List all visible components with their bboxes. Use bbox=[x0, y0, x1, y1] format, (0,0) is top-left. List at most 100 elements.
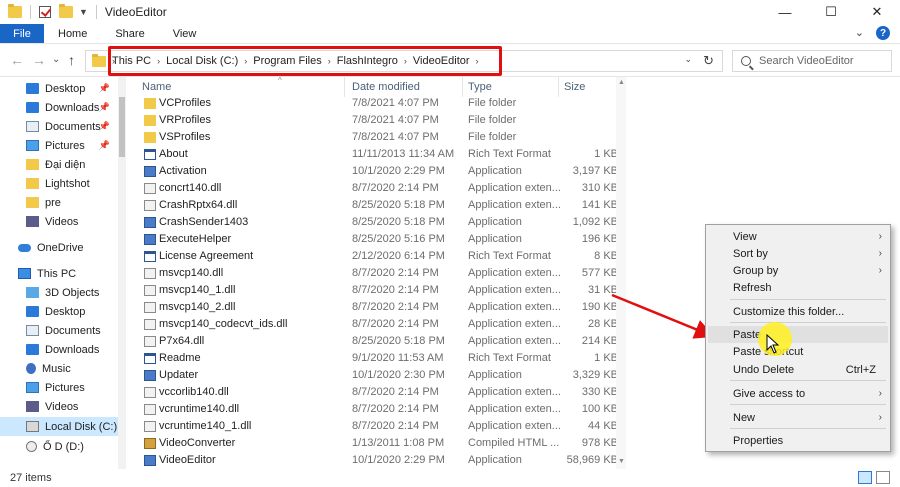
chevron-right-icon[interactable]: › bbox=[157, 56, 160, 66]
file-row[interactable]: License Agreement 2/12/2020 6:14 PM Rich T… bbox=[128, 248, 628, 265]
file-row[interactable]: ExecuteHelper 8/25/2020 5:16 PM Applicatio… bbox=[128, 231, 628, 248]
file-row[interactable]: VideoEditor 10/1/2020 2:29 PM Application 5… bbox=[128, 452, 628, 469]
file-row[interactable]: P7x64.dll 8/25/2020 5:18 PM Application ex… bbox=[128, 333, 628, 350]
new-folder-icon[interactable] bbox=[59, 4, 73, 18]
tab-share[interactable]: Share bbox=[101, 24, 158, 43]
file-row[interactable]: VCProfiles 7/8/2021 4:07 PM File folder bbox=[128, 95, 628, 112]
sidebar-item-desktop[interactable]: Desktop 📌 bbox=[0, 79, 118, 98]
file-row[interactable]: msvcp140_1.dll 8/7/2020 2:14 PM Applicatio… bbox=[128, 282, 628, 299]
customize-quick-access-icon[interactable]: ▼ bbox=[79, 7, 88, 17]
file-row[interactable]: Readme 9/1/2020 11:53 AM Rich Text Format 1… bbox=[128, 350, 628, 367]
sidebar-item-this-pc[interactable]: This PC bbox=[0, 264, 118, 283]
sidebar-item-onedrive[interactable]: OneDrive bbox=[0, 238, 118, 257]
file-row[interactable]: VSProfiles 7/8/2021 4:07 PM File folder bbox=[128, 129, 628, 146]
file-row[interactable]: vccorlib140.dll 8/7/2020 2:14 PM Applicati… bbox=[128, 384, 628, 401]
sidebar-scrollbar-thumb[interactable] bbox=[119, 97, 125, 157]
menu-item-customize-folder[interactable]: Customize this folder... bbox=[708, 303, 888, 320]
file-row[interactable]: CrashSender1403 8/25/2020 5:18 PM Applicat… bbox=[128, 214, 628, 231]
sidebar-item-downloads[interactable]: Downloads 📌 bbox=[0, 98, 118, 117]
sidebar-item-videos-pc[interactable]: Videos bbox=[0, 397, 118, 416]
search-box[interactable] bbox=[732, 50, 892, 72]
file-row[interactable]: vcruntime140.dll 8/7/2020 2:14 PM Applicat… bbox=[128, 401, 628, 418]
sidebar-item-local-disk[interactable]: Local Disk (C:) bbox=[0, 417, 118, 436]
scroll-down-icon[interactable]: ▼ bbox=[618, 458, 625, 465]
file-row[interactable]: About 11/11/2013 11:34 AM Rich Text Format… bbox=[128, 146, 628, 163]
sidebar-item-desktop-pc[interactable]: Desktop bbox=[0, 302, 118, 321]
sidebar-scrollbar[interactable] bbox=[118, 77, 126, 469]
file-row[interactable]: msvcp140_codecvt_ids.dll 8/7/2020 2:14 PM… bbox=[128, 316, 628, 333]
tab-file[interactable]: File bbox=[0, 24, 44, 43]
sidebar-item-music[interactable]: Music bbox=[0, 359, 118, 378]
sidebar-item-lightshot[interactable]: Lightshot bbox=[0, 174, 118, 193]
sidebar-item-3d-objects[interactable]: 3D Objects bbox=[0, 283, 118, 302]
expand-ribbon-icon[interactable]: ⌄ bbox=[855, 26, 864, 40]
back-arrow-icon[interactable]: ← bbox=[10, 52, 24, 68]
menu-item-properties[interactable]: Properties bbox=[708, 432, 888, 449]
menu-item-new[interactable]: New › bbox=[708, 409, 888, 426]
column-header-size[interactable]: Size bbox=[564, 81, 585, 93]
help-icon[interactable]: ? bbox=[876, 26, 890, 40]
sidebar-item-pre[interactable]: pre bbox=[0, 193, 118, 212]
file-row[interactable]: Activation 10/1/2020 2:29 PM Application 3,… bbox=[128, 163, 628, 180]
file-row[interactable]: VideoConverter 1/13/2011 1:08 PM Compiled … bbox=[128, 435, 628, 452]
file-row[interactable]: concrt140.dll 8/7/2020 2:14 PM Application… bbox=[128, 180, 628, 197]
column-header-name[interactable]: Name bbox=[142, 81, 171, 93]
column-divider[interactable] bbox=[462, 77, 463, 97]
sidebar-item-dai-dien[interactable]: Đại diện bbox=[0, 155, 118, 174]
breadcrumb-videoeditor[interactable]: VideoEditor bbox=[413, 55, 470, 67]
column-header-date-modified[interactable]: Date modified bbox=[352, 81, 420, 93]
refresh-icon[interactable]: ↻ bbox=[703, 53, 714, 69]
chevron-right-icon[interactable]: › bbox=[244, 56, 247, 66]
tab-view[interactable]: View bbox=[159, 24, 211, 43]
file-row[interactable]: Updater 10/1/2020 2:30 PM Application 3,329… bbox=[128, 367, 628, 384]
breadcrumb-program-files[interactable]: Program Files bbox=[253, 55, 321, 67]
file-row[interactable]: vcruntime140_1.dll 8/7/2020 2:14 PM Applic… bbox=[128, 418, 628, 435]
column-header-type[interactable]: Type bbox=[468, 81, 492, 93]
address-dropdown-icon[interactable]: ⌄ bbox=[684, 54, 692, 65]
menu-item-undo-delete[interactable]: Undo Delete Ctrl+Z bbox=[708, 361, 888, 378]
menu-item-sort-by[interactable]: Sort by › bbox=[708, 245, 888, 262]
recent-locations-icon[interactable]: ⌄ bbox=[52, 54, 60, 65]
address-bar[interactable]: › This PC › Local Disk (C:) › Program Fi… bbox=[85, 46, 723, 76]
sidebar-item-pictures-pc[interactable]: Pictures bbox=[0, 378, 118, 397]
breadcrumb-this-pc[interactable]: This PC bbox=[112, 55, 151, 67]
close-button[interactable]: ✕ bbox=[854, 0, 900, 24]
menu-item-group-by[interactable]: Group by › bbox=[708, 262, 888, 279]
large-icons-view-icon[interactable] bbox=[876, 471, 890, 484]
sidebar-item-documents[interactable]: Documents 📌 bbox=[0, 117, 118, 136]
pin-icon[interactable]: 📌 bbox=[99, 121, 110, 132]
breadcrumb-flashintegro[interactable]: FlashIntegro bbox=[337, 55, 398, 67]
sidebar-item-videos[interactable]: Videos bbox=[0, 212, 118, 231]
file-list-scrollbar[interactable]: ▲ ▼ bbox=[616, 77, 626, 469]
properties-checkmark-icon[interactable] bbox=[39, 6, 51, 18]
breadcrumb-local-disk[interactable]: Local Disk (C:) bbox=[166, 55, 238, 67]
file-row[interactable]: VRProfiles 7/8/2021 4:07 PM File folder bbox=[128, 112, 628, 129]
chevron-right-icon[interactable]: › bbox=[404, 56, 407, 66]
sidebar-item-documents-pc[interactable]: Documents bbox=[0, 321, 118, 340]
chevron-right-icon[interactable]: › bbox=[476, 56, 479, 66]
column-divider[interactable] bbox=[558, 77, 559, 97]
details-view-icon[interactable] bbox=[858, 471, 872, 484]
forward-arrow-icon[interactable]: → bbox=[32, 52, 46, 68]
maximize-button[interactable]: ☐ bbox=[808, 0, 854, 24]
menu-item-view[interactable]: View › bbox=[708, 228, 888, 245]
file-row[interactable]: msvcp140_2.dll 8/7/2020 2:14 PM Applicatio… bbox=[128, 299, 628, 316]
pin-icon[interactable]: 📌 bbox=[99, 83, 110, 94]
menu-item-refresh[interactable]: Refresh bbox=[708, 279, 888, 296]
search-input[interactable] bbox=[759, 55, 889, 67]
chevron-right-icon[interactable]: › bbox=[328, 56, 331, 66]
menu-item-paste-shortcut[interactable]: Paste shortcut bbox=[708, 343, 888, 360]
menu-item-paste[interactable]: Paste bbox=[708, 326, 888, 343]
scroll-up-icon[interactable]: ▲ bbox=[618, 79, 625, 86]
sidebar-item-d-drive[interactable]: Ổ D (D:) bbox=[0, 437, 118, 456]
sidebar-item-downloads-pc[interactable]: Downloads bbox=[0, 340, 118, 359]
file-row[interactable]: msvcp140.dll 8/7/2020 2:14 PM Application … bbox=[128, 265, 628, 282]
sidebar-item-pictures[interactable]: Pictures 📌 bbox=[0, 136, 118, 155]
tab-home[interactable]: Home bbox=[44, 24, 101, 43]
minimize-button[interactable]: — bbox=[762, 0, 808, 24]
column-divider[interactable] bbox=[344, 77, 345, 97]
up-arrow-icon[interactable]: ↑ bbox=[68, 52, 75, 68]
file-row[interactable]: CrashRptx64.dll 8/25/2020 5:18 PM Applicat… bbox=[128, 197, 628, 214]
pin-icon[interactable]: 📌 bbox=[99, 102, 110, 113]
menu-item-give-access[interactable]: Give access to › bbox=[708, 385, 888, 402]
